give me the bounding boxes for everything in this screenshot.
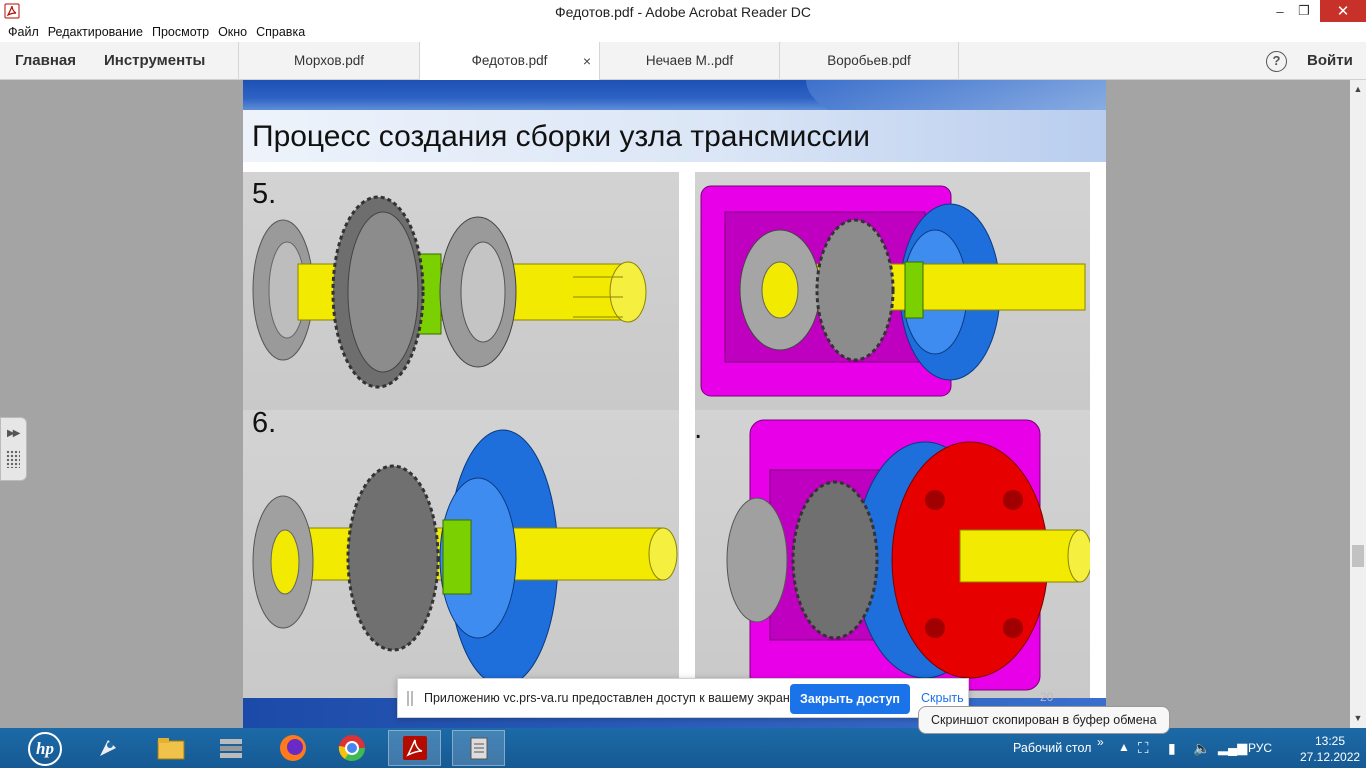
tab-toolbar: Главная Инструменты Морхов.pdf Федотов.p…: [0, 42, 1366, 81]
clock-date: 27.12.2022: [1300, 750, 1361, 764]
restore-button[interactable]: ❐: [1290, 0, 1318, 22]
expand-toolbar-icon[interactable]: »: [1097, 735, 1104, 749]
volume-icon[interactable]: 🔈: [1193, 740, 1210, 757]
tab-label: Морхов.pdf: [293, 53, 365, 68]
scroll-up-arrow-icon[interactable]: ▲: [1350, 84, 1366, 94]
slide-title: Процесс создания сборки узла трансмиссии: [252, 120, 870, 153]
step-7-image: 7.: [695, 172, 1090, 410]
cover-assembly-render: [726, 419, 1090, 691]
home-button[interactable]: Главная: [15, 42, 76, 80]
menu-bar: Файл Редактирование Просмотр Окно Справк…: [0, 23, 1366, 42]
network-signal-icon[interactable]: ▂▄▆: [1218, 740, 1247, 756]
taskbar-chrome[interactable]: [325, 730, 378, 766]
server-icon: [219, 739, 242, 758]
document-viewport[interactable]: Процесс создания сборки узла трансмиссии…: [0, 80, 1350, 728]
desktop-toolbar-label[interactable]: Рабочий стол: [1013, 741, 1091, 755]
step-5-image: 5.: [243, 172, 679, 410]
share-message: Приложению vc.prs-va.ru предоставлен дос…: [424, 691, 799, 705]
menu-file[interactable]: Файл: [6, 23, 46, 42]
menu-window[interactable]: Окно: [216, 23, 254, 42]
screenshot-tool-icon[interactable]: ⛶: [1138, 740, 1149, 757]
screen-share-notification: Приложению vc.prs-va.ru предоставлен дос…: [397, 678, 969, 718]
step-8-image: 8.: [695, 410, 1090, 698]
taskbar-clipboard-app[interactable]: [452, 730, 505, 766]
pdf-page: Процесс создания сборки узла трансмиссии…: [243, 80, 1106, 728]
side-panel-toggle[interactable]: ▶▶: [0, 417, 27, 481]
menu-edit[interactable]: Редактирование: [46, 23, 150, 42]
page-number: 20: [1040, 690, 1054, 704]
tab-morhov[interactable]: Морхов.pdf: [238, 42, 419, 80]
hp-start-icon[interactable]: hp: [28, 732, 62, 766]
slide-header-band: [243, 80, 1106, 160]
login-button[interactable]: Войти: [1307, 42, 1353, 80]
language-indicator[interactable]: РУС: [1248, 741, 1272, 755]
tab-vorobiev[interactable]: Воробьев.pdf: [779, 42, 959, 80]
gear-shaft-render: [252, 195, 647, 389]
flange-shaft-render: [252, 429, 678, 687]
scroll-down-arrow-icon[interactable]: ▼: [1350, 713, 1366, 723]
vertical-scrollbar[interactable]: ▲ ▼: [1350, 80, 1366, 728]
tab-label: Федотов.pdf: [471, 53, 548, 68]
rocket-icon: [99, 740, 116, 756]
step-8-label: 8.: [695, 413, 702, 446]
close-window-button[interactable]: ✕: [1320, 0, 1366, 22]
acrobat-icon: [402, 736, 427, 760]
tab-fedotov[interactable]: Федотов.pdf ×: [419, 42, 599, 81]
tools-button[interactable]: Инструменты: [104, 42, 205, 80]
menu-view[interactable]: Просмотр: [150, 23, 216, 42]
clipboard-icon: [470, 737, 487, 760]
clock-time: 13:25: [1314, 734, 1346, 748]
taskbar-file-explorer[interactable]: [144, 730, 197, 766]
expand-arrows-icon: ▶▶: [7, 428, 20, 439]
screenshot-tooltip: Скриншот скопирован в буфер обмена: [918, 706, 1170, 734]
chrome-icon: [338, 735, 365, 762]
step-6-image: 6.: [243, 410, 679, 698]
step-6-label: 6.: [252, 410, 277, 439]
hide-link[interactable]: Скрыть: [921, 691, 964, 705]
taskbar: [0, 728, 1366, 768]
tab-close-icon[interactable]: ×: [583, 42, 591, 80]
system-clock[interactable]: 13:25 27.12.2022: [1300, 733, 1360, 765]
help-icon[interactable]: ?: [1266, 51, 1287, 72]
stop-sharing-button[interactable]: Закрыть доступ: [790, 684, 910, 714]
menu-help[interactable]: Справка: [254, 23, 312, 42]
step-5-label: 5.: [252, 178, 277, 210]
folder-icon: [157, 738, 184, 760]
housing-assembly-render: [700, 185, 1086, 397]
taskbar-firefox[interactable]: [266, 730, 319, 766]
drag-grip-icon[interactable]: [407, 691, 413, 706]
tab-nechaev[interactable]: Нечаев М..pdf: [599, 42, 779, 80]
show-hidden-icons-icon[interactable]: ▲: [1118, 740, 1130, 754]
grip-dots-icon: [6, 450, 20, 468]
scroll-thumb[interactable]: [1352, 545, 1364, 567]
taskbar-acrobat-reader[interactable]: [388, 730, 441, 766]
tab-label: Воробьев.pdf: [827, 53, 911, 68]
title-bar: Федотов.pdf - Adobe Acrobat Reader DC – …: [0, 0, 1366, 23]
tab-label: Нечаев М..pdf: [645, 53, 734, 68]
firefox-icon: [279, 735, 306, 761]
taskbar-rocket-app[interactable]: [81, 730, 134, 766]
window-title: Федотов.pdf - Adobe Acrobat Reader DC: [554, 4, 812, 20]
taskbar-server-manager[interactable]: [204, 730, 257, 766]
battery-icon[interactable]: ▮: [1168, 740, 1176, 757]
